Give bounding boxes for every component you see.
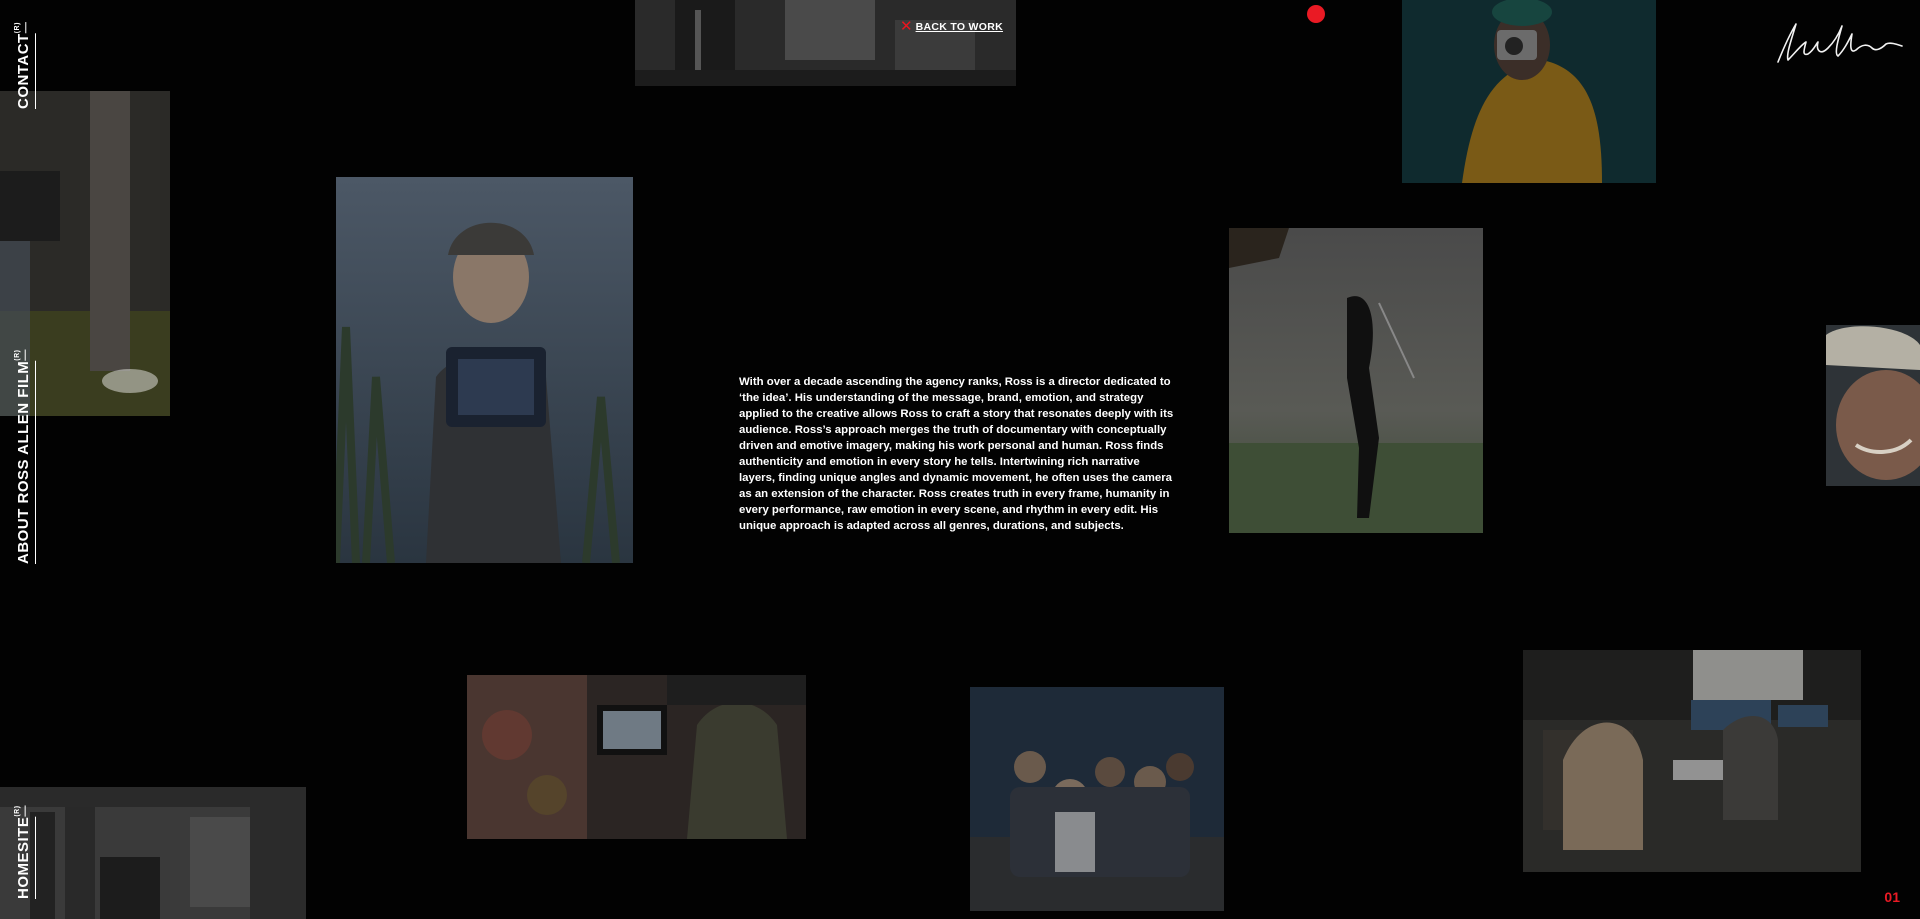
photo-set-monitor [467, 675, 806, 839]
photo-golfer-swing [1229, 228, 1483, 533]
registered-mark: (R) [14, 22, 21, 34]
back-to-work-button[interactable]: ✕ BACK TO WORK [900, 19, 1003, 34]
photo-director-with-camera-cornfield [336, 177, 633, 563]
cursor-dot [1307, 5, 1325, 23]
back-to-work-label: BACK TO WORK [915, 20, 1003, 33]
page-number: 01 [1884, 889, 1900, 905]
photo-smiling-man-cap [1826, 325, 1920, 486]
nav-homesite-label: HOMESITE [15, 816, 32, 899]
signature-logo[interactable] [1772, 14, 1908, 70]
registered-mark: (R) [14, 350, 21, 362]
registered-mark: (R) [14, 805, 21, 817]
photo-crew-group [970, 687, 1224, 911]
photo-edit-suite [1523, 650, 1861, 872]
nav-about-label: ABOUT ROSS ALLEN FILM [15, 361, 32, 565]
photo-man-with-camera [1402, 0, 1656, 183]
nav-homesite-link[interactable]: HOMESITE(R) [14, 805, 50, 905]
close-x-icon: ✕ [900, 17, 913, 35]
bio-paragraph: With over a decade ascending the agency … [739, 376, 1174, 532]
photo-film-set-bw [635, 0, 1016, 86]
nav-contact-label: CONTACT [15, 33, 32, 109]
nav-contact-link[interactable]: CONTACT(R) [14, 22, 50, 112]
nav-about-link[interactable]: ABOUT ROSS ALLEN FILM(R) [14, 350, 50, 568]
